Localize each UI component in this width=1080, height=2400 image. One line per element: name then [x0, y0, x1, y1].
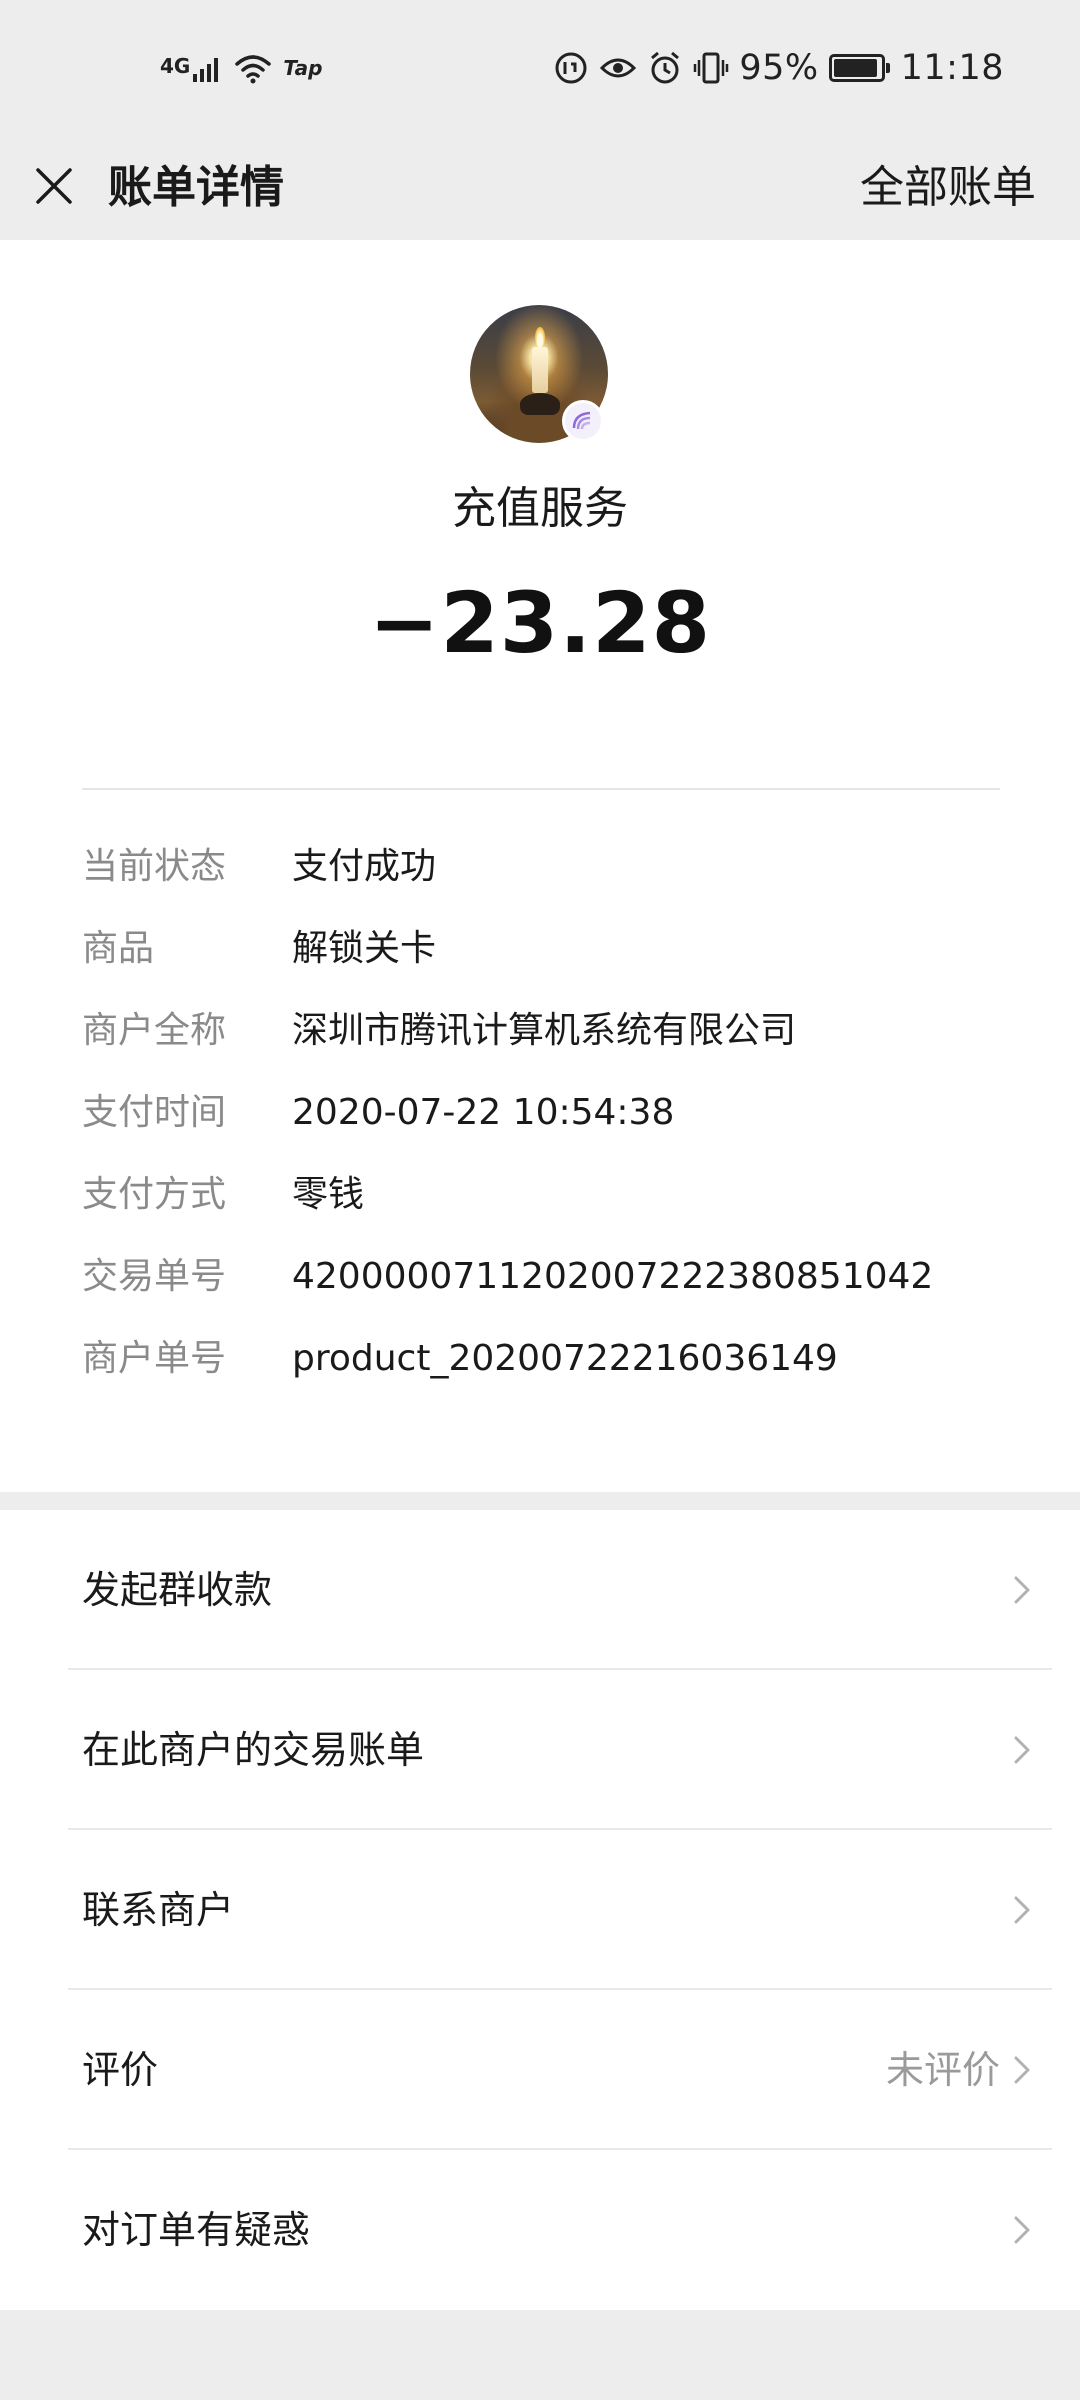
close-button[interactable]	[22, 154, 86, 218]
data-saver-icon	[555, 52, 587, 84]
menu-item-label: 评价	[82, 2048, 159, 2092]
status-left: 4G Tap	[160, 44, 322, 92]
eye-icon	[600, 58, 637, 78]
action-menu: 发起群收款 在此商户的交易账单 联系商户 评价 未评价 对订单有疑惑	[0, 1510, 1080, 2310]
info-row-merchant-order-id: 商户单号 product_20200722216036149	[82, 1318, 1000, 1400]
info-value: 4200000711202007222380851042	[292, 1256, 934, 1297]
info-row-payment-time: 支付时间 2020-07-22 10:54:38	[82, 1072, 1000, 1154]
tap-label: Tap	[283, 56, 323, 80]
close-icon	[36, 168, 72, 204]
info-row-merchant-full-name: 商户全称 深圳市腾讯计算机系统有限公司	[82, 990, 1000, 1072]
info-label: 商户单号	[82, 1338, 227, 1379]
chevron-right-icon	[1004, 2052, 1040, 2088]
cellular-signal-icon: 4G	[160, 54, 223, 82]
alarm-icon	[651, 51, 680, 84]
vibrate-icon	[694, 52, 729, 84]
battery-icon	[828, 54, 890, 82]
menu-item-contact-merchant[interactable]: 联系商户	[68, 1830, 1052, 1990]
info-value: product_20200722216036149	[292, 1338, 838, 1379]
status-right: 95% 11:18	[553, 44, 1004, 92]
info-value: 2020-07-22 10:54:38	[292, 1092, 675, 1133]
info-value: 支付成功	[292, 846, 437, 887]
bill-amount: −23.28	[368, 574, 712, 672]
info-label: 交易单号	[82, 1256, 227, 1297]
chevron-right-icon	[1004, 2212, 1040, 2248]
info-label: 商户全称	[82, 1010, 227, 1051]
network-type: 4G	[160, 54, 191, 78]
info-row-product: 商品 解锁关卡	[82, 908, 1000, 990]
info-label: 当前状态	[82, 846, 227, 887]
status-bar: 4G Tap 95% 11:18	[0, 0, 1080, 136]
info-row-payment-method: 支付方式 零钱	[82, 1154, 1000, 1236]
bill-info-list: 当前状态 支付成功 商品 解锁关卡 商户全称 深圳市腾讯计算机系统有限公司 支付…	[82, 826, 1000, 1400]
info-row-status: 当前状态 支付成功	[82, 826, 1000, 908]
candle-stand	[520, 393, 560, 415]
info-value: 深圳市腾讯计算机系统有限公司	[292, 1010, 797, 1051]
status-time: 11:18	[900, 48, 1004, 88]
menu-item-order-question[interactable]: 对订单有疑惑	[68, 2150, 1052, 2310]
menu-item-review[interactable]: 评价 未评价	[68, 1990, 1052, 2150]
candle	[532, 347, 548, 393]
info-label: 商品	[82, 928, 155, 969]
merchant-name: 充值服务	[452, 483, 628, 534]
info-value: 零钱	[292, 1174, 365, 1215]
battery-level-fill	[833, 59, 878, 77]
wifi-icon	[235, 55, 272, 84]
mini-program-badge-icon	[562, 400, 604, 442]
info-row-transaction-id: 交易单号 4200000711202007222380851042	[82, 1236, 1000, 1318]
chevron-right-icon	[1004, 1732, 1040, 1768]
all-bills-button[interactable]: 全部账单	[860, 136, 1036, 240]
menu-item-label: 联系商户	[82, 1888, 235, 1932]
chevron-right-icon	[1004, 1892, 1040, 1928]
menu-item-label: 发起群收款	[82, 1568, 273, 1612]
info-value: 解锁关卡	[292, 928, 437, 969]
menu-item-merchant-bills[interactable]: 在此商户的交易账单	[68, 1670, 1052, 1830]
bill-detail-card: 充值服务 −23.28 当前状态 支付成功 商品 解锁关卡 商户全称 深圳市腾讯…	[0, 240, 1080, 1492]
menu-item-group-collect[interactable]: 发起群收款	[68, 1510, 1052, 1670]
review-status: 未评价	[885, 2048, 1000, 2092]
menu-item-label: 对订单有疑惑	[82, 2208, 311, 2252]
info-label: 支付时间	[82, 1092, 227, 1133]
info-label: 支付方式	[82, 1174, 227, 1215]
chevron-right-icon	[1004, 1572, 1040, 1608]
menu-item-label: 在此商户的交易账单	[82, 1728, 425, 1772]
battery-percentage: 95%	[739, 48, 819, 88]
candle-flame	[535, 327, 545, 347]
page-title: 账单详情	[108, 162, 284, 213]
divider	[82, 788, 1000, 790]
navigation-bar: 账单详情 全部账单	[0, 136, 1080, 240]
